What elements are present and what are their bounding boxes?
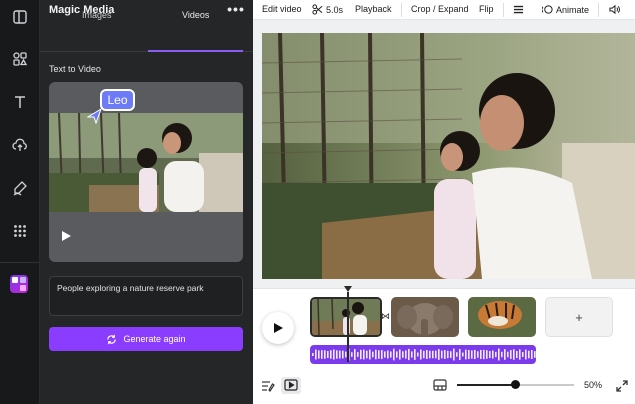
layout-icon[interactable] xyxy=(8,5,32,29)
playback-label: Playback xyxy=(355,4,392,14)
uploads-icon[interactable] xyxy=(8,133,32,157)
notes-icon[interactable] xyxy=(261,379,275,393)
generated-video-preview[interactable] xyxy=(49,82,243,262)
crop-expand-label: Crop / Expand xyxy=(411,4,469,14)
play-icon xyxy=(274,323,283,333)
draw-icon[interactable] xyxy=(8,176,32,200)
generate-again-button[interactable]: Generate again xyxy=(49,327,243,351)
timeline-clip-elephant[interactable] xyxy=(391,297,459,337)
timeline-view-icon[interactable] xyxy=(284,378,298,392)
edit-video-label: Edit video xyxy=(262,4,302,14)
transition-icon[interactable]: ⋈ xyxy=(381,311,390,322)
timeline-clip-selected[interactable] xyxy=(310,297,382,337)
edit-video-button[interactable]: Edit video xyxy=(262,4,302,14)
animate-icon xyxy=(542,5,553,14)
scissors-icon xyxy=(312,4,323,15)
audio-track[interactable] xyxy=(310,345,536,364)
collaborator-cursor-icon xyxy=(87,108,102,124)
toolbar-divider xyxy=(598,3,599,17)
preview-play-icon[interactable] xyxy=(60,230,72,242)
timeline-play-button[interactable] xyxy=(262,312,294,344)
video-canvas-frame[interactable] xyxy=(262,33,635,279)
media-tabs xyxy=(40,24,253,52)
duration-button[interactable]: 5.0s xyxy=(312,4,343,15)
duration-label: 5.0s xyxy=(326,4,344,15)
audio-waveform xyxy=(312,348,536,361)
toolbar-divider xyxy=(503,3,504,17)
rail-divider xyxy=(0,262,40,263)
generate-again-label: Generate again xyxy=(123,334,186,344)
zoom-slider-handle[interactable] xyxy=(511,380,520,389)
tab-images[interactable]: Images xyxy=(82,10,112,20)
prompt-input[interactable]: People exploring a nature reserve park xyxy=(49,276,243,316)
flip-button[interactable]: Flip xyxy=(479,4,494,14)
more-options-button[interactable]: ••• xyxy=(226,0,246,18)
active-tab-indicator xyxy=(148,50,243,52)
magic-media-app-icon[interactable] xyxy=(10,275,28,293)
playhead-line[interactable] xyxy=(347,292,349,362)
left-nav-rail xyxy=(0,0,40,404)
crop-expand-button[interactable]: Crop / Expand xyxy=(411,4,469,14)
volume-button[interactable] xyxy=(609,4,620,15)
section-label: Text to Video xyxy=(49,64,101,74)
flip-label: Flip xyxy=(479,4,494,14)
timeline-clip-tiger[interactable] xyxy=(468,297,536,337)
animate-button[interactable]: Animate xyxy=(542,4,589,15)
playback-button[interactable]: Playback xyxy=(355,4,392,14)
collaborator-tag: Leo xyxy=(100,89,135,111)
regenerate-icon xyxy=(107,334,117,344)
tab-videos[interactable]: Videos xyxy=(182,10,209,20)
zoom-level[interactable]: 50% xyxy=(584,380,602,390)
preview-thumbnail xyxy=(49,113,243,212)
clip-elephant xyxy=(391,297,459,337)
zoom-slider-fill xyxy=(457,384,516,386)
elements-icon[interactable] xyxy=(8,47,32,71)
animate-label: Animate xyxy=(556,4,590,15)
text-icon[interactable] xyxy=(8,90,32,114)
add-clip-button[interactable]: + xyxy=(545,297,613,337)
position-button[interactable] xyxy=(513,4,524,15)
fullscreen-icon[interactable] xyxy=(615,379,629,393)
grid-view-icon[interactable] xyxy=(433,378,447,392)
clip-tiger xyxy=(468,297,536,337)
editor-toolbar: Edit video 5.0s Playback Crop / Expand F… xyxy=(253,0,635,20)
volume-icon xyxy=(609,4,620,15)
lines-icon xyxy=(513,5,524,14)
toolbar-divider xyxy=(401,3,402,17)
clip-girls-nature-park xyxy=(312,299,380,335)
apps-icon[interactable] xyxy=(8,219,32,243)
